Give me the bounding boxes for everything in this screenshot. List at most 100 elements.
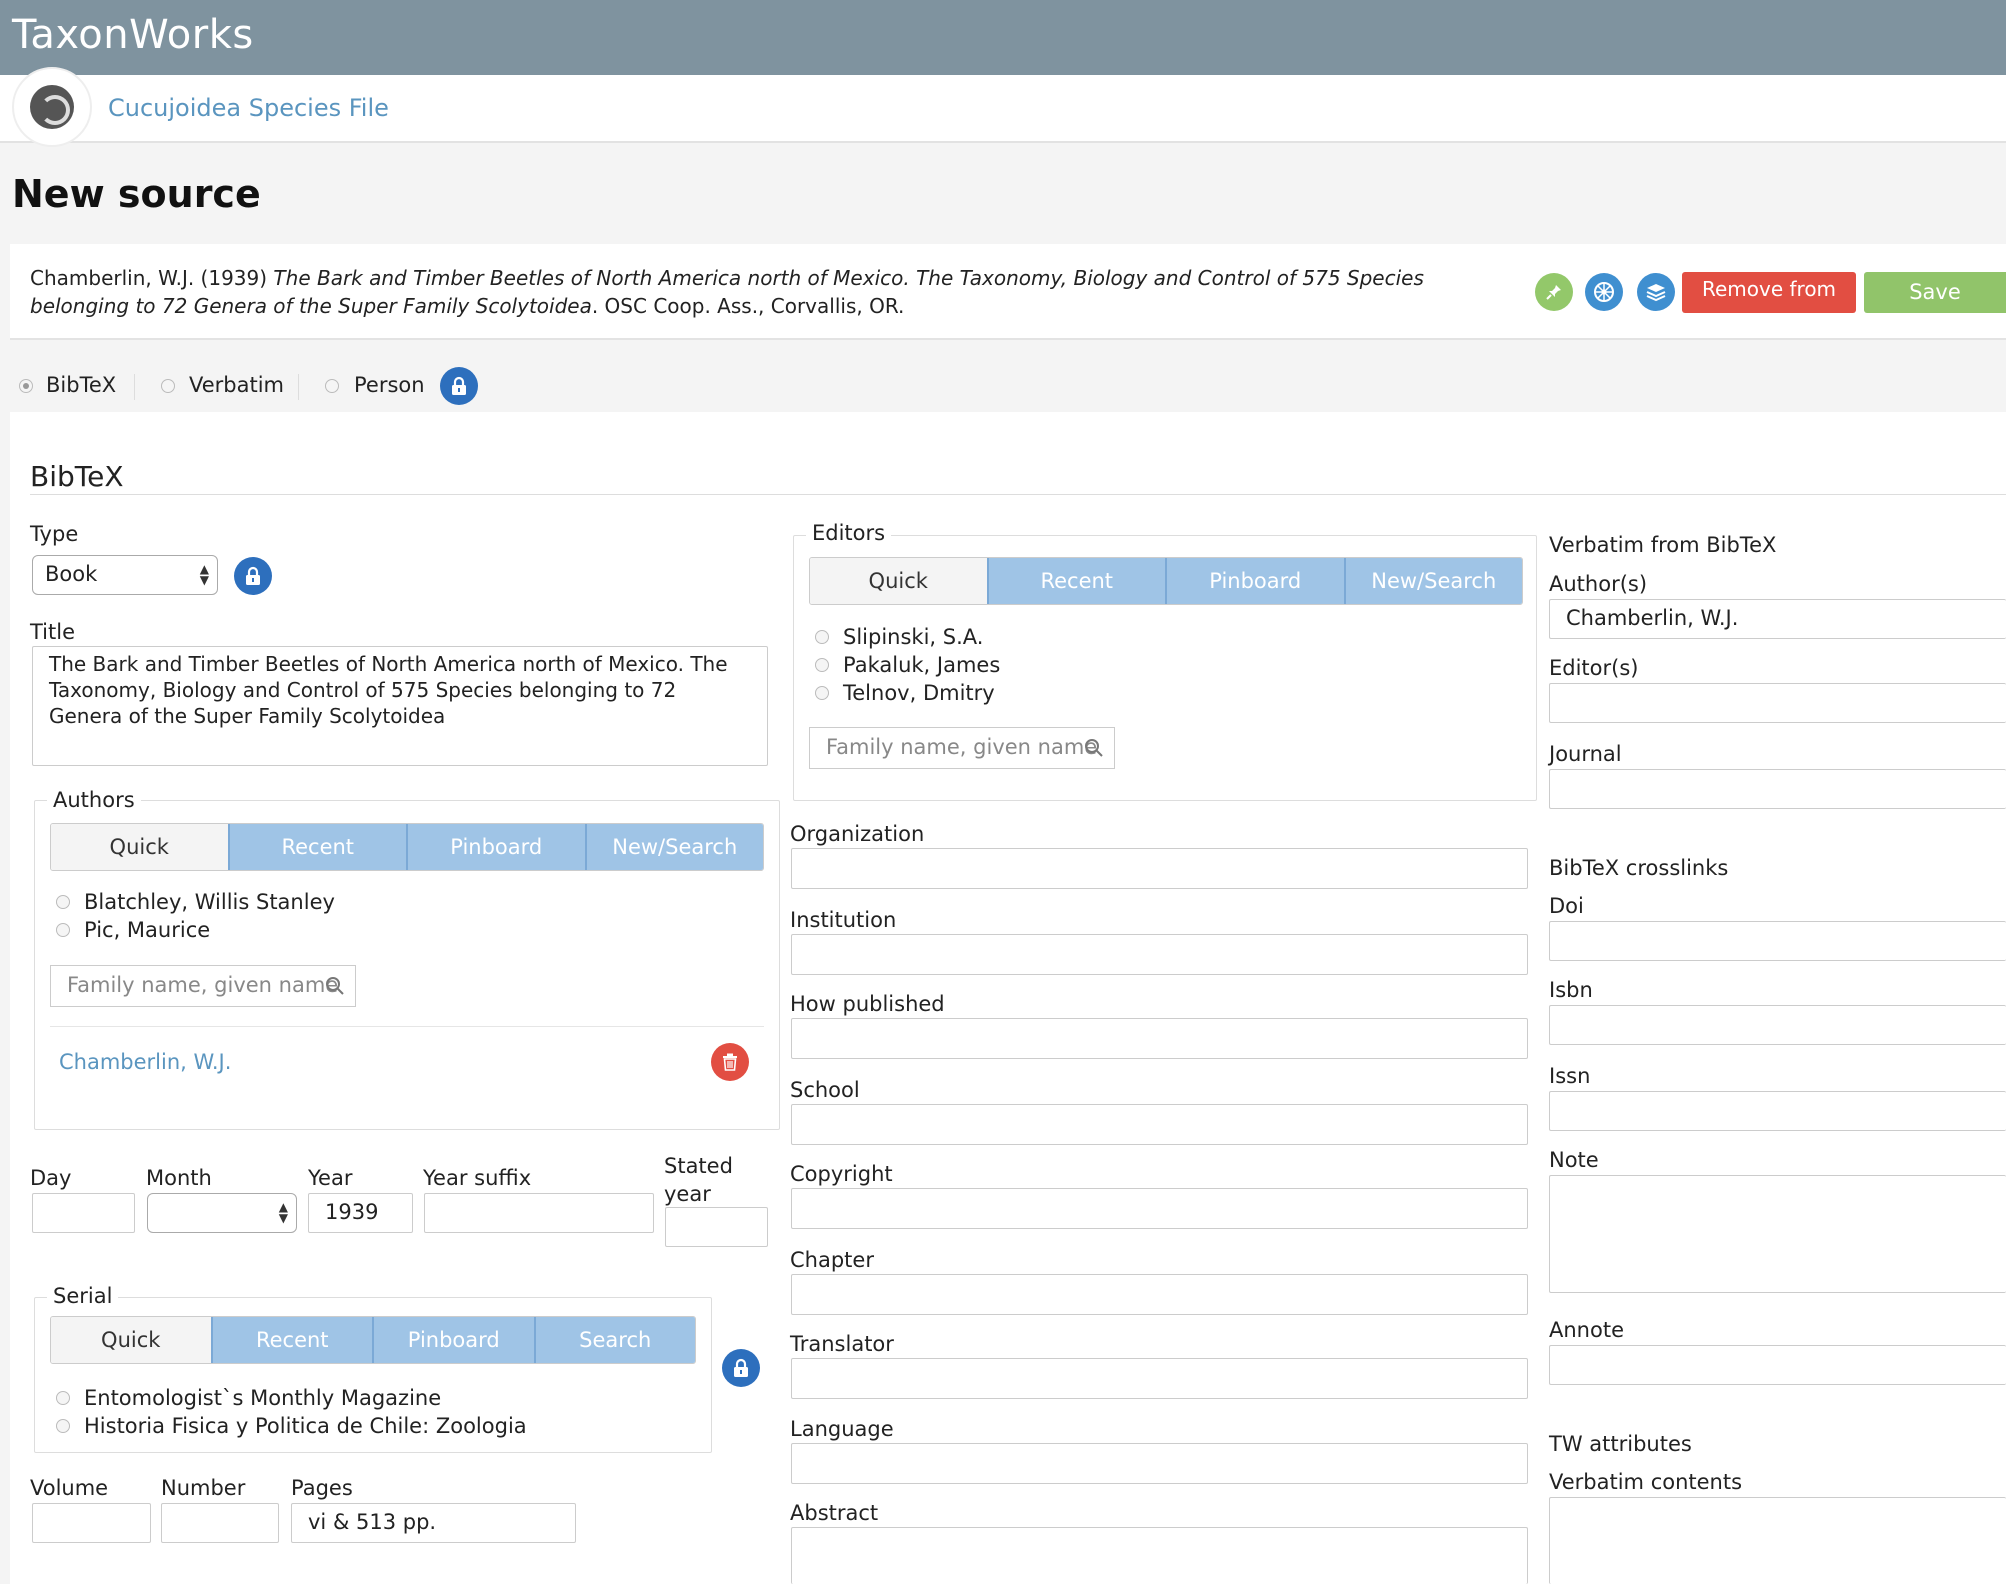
organization-input[interactable] <box>791 848 1528 889</box>
bibtex-radio[interactable] <box>19 379 33 393</box>
editor-option-radio[interactable] <box>815 686 829 700</box>
annote-input[interactable] <box>1549 1345 2006 1385</box>
how-published-input[interactable] <box>791 1018 1528 1059</box>
verbatim-radio-label[interactable]: Verbatim <box>189 373 284 397</box>
serial-tab-search[interactable]: Search <box>533 1317 695 1363</box>
radial-icon <box>1594 282 1614 302</box>
list-item[interactable]: Pakaluk, James <box>815 651 1000 679</box>
person-radio[interactable] <box>325 379 339 393</box>
select-arrows-icon: ▲ ▼ <box>278 1200 288 1225</box>
doi-input[interactable] <box>1549 921 2006 961</box>
translator-input[interactable] <box>791 1358 1528 1399</box>
how-published-label: How published <box>790 992 945 1016</box>
note-textarea[interactable] <box>1549 1175 2006 1293</box>
year-input[interactable]: 1939 <box>308 1193 413 1233</box>
pin-button[interactable] <box>1535 273 1573 311</box>
species-file-logo-icon <box>30 85 74 129</box>
editor-option-radio[interactable] <box>815 658 829 672</box>
verbatim-radio[interactable] <box>161 379 175 393</box>
authors-tabs: Quick Recent Pinboard New/Search <box>50 823 764 871</box>
save-button[interactable]: Save <box>1864 272 2006 313</box>
editors-legend: Editors <box>806 521 892 545</box>
editor-option-label: Slipinski, S.A. <box>843 625 984 649</box>
editor-option-label: Pakaluk, James <box>843 653 1001 677</box>
serial-option-radio[interactable] <box>56 1391 70 1405</box>
remove-from-project-button[interactable]: Remove from project <box>1682 272 1856 313</box>
serial-tab-pinboard[interactable]: Pinboard <box>372 1317 534 1363</box>
authors-tab-pinboard[interactable]: Pinboard <box>406 824 585 870</box>
school-input[interactable] <box>791 1104 1528 1145</box>
editor-option-radio[interactable] <box>815 630 829 644</box>
title-textarea[interactable]: The Bark and Timber Beetles of North Ame… <box>32 646 768 766</box>
selected-author-link[interactable]: Chamberlin, W.J. <box>59 1050 231 1074</box>
title-label: Title <box>30 620 76 644</box>
type-select[interactable]: Book ▲ ▼ <box>32 555 218 595</box>
list-item[interactable]: Pic, Maurice <box>56 916 335 944</box>
app-brand[interactable]: TaxonWorks <box>12 12 254 58</box>
list-item[interactable]: Telnov, Dmitry <box>815 679 1000 707</box>
lock-type-button[interactable] <box>234 557 272 595</box>
pages-input[interactable]: vi & 513 pp. <box>291 1503 576 1543</box>
remove-author-button[interactable] <box>711 1043 749 1081</box>
isbn-input[interactable] <box>1549 1005 2006 1045</box>
copyright-input[interactable] <box>791 1188 1528 1229</box>
citation-prefix: Chamberlin, W.J. (1939) <box>30 266 274 290</box>
serial-tab-quick[interactable]: Quick <box>51 1317 211 1363</box>
editors-verbatim-input[interactable] <box>1549 683 2006 723</box>
serial-tab-recent[interactable]: Recent <box>210 1317 372 1363</box>
day-input[interactable] <box>32 1193 135 1233</box>
authors-tab-new-search[interactable]: New/Search <box>584 824 763 870</box>
editors-tab-recent[interactable]: Recent <box>986 558 1165 604</box>
issn-input[interactable] <box>1549 1091 2006 1131</box>
project-name-link[interactable]: Cucujoidea Species File <box>108 94 389 122</box>
list-item[interactable]: Blatchley, Willis Stanley <box>56 888 335 916</box>
year-suffix-input[interactable] <box>424 1193 654 1233</box>
search-icon <box>1085 739 1103 757</box>
serial-option-radio[interactable] <box>56 1419 70 1433</box>
editors-search-placeholder: Family name, given name <box>826 735 1098 759</box>
issn-label: Issn <box>1549 1064 1591 1088</box>
author-option-radio[interactable] <box>56 895 70 909</box>
type-select-value: Book <box>45 562 98 586</box>
list-item[interactable]: Entomologist`s Monthly Magazine <box>56 1384 527 1412</box>
editors-tab-pinboard[interactable]: Pinboard <box>1165 558 1344 604</box>
month-select[interactable]: ▲ ▼ <box>147 1193 297 1233</box>
radial-object-button[interactable] <box>1637 273 1675 311</box>
type-label: Type <box>30 522 79 546</box>
language-input[interactable] <box>791 1443 1528 1484</box>
author-option-label: Blatchley, Willis Stanley <box>84 890 335 914</box>
institution-input[interactable] <box>791 934 1528 975</box>
list-item[interactable]: Slipinski, S.A. <box>815 623 1000 651</box>
editors-tab-quick[interactable]: Quick <box>810 558 987 604</box>
separator <box>134 374 135 400</box>
list-item[interactable]: Historia Fisica y Politica de Chile: Zoo… <box>56 1412 527 1440</box>
verbatim-contents-textarea[interactable] <box>1549 1497 2006 1584</box>
lock-serial-button[interactable] <box>722 1349 760 1387</box>
isbn-label: Isbn <box>1549 978 1593 1002</box>
journal-input[interactable] <box>1549 769 2006 809</box>
authors-tab-quick[interactable]: Quick <box>51 824 228 870</box>
bibtex-radio-label[interactable]: BibTeX <box>46 373 116 397</box>
stated-year-input[interactable] <box>665 1207 768 1247</box>
month-label: Month <box>146 1166 212 1190</box>
radial-annotator-button[interactable] <box>1585 273 1623 311</box>
chapter-input[interactable] <box>791 1274 1528 1315</box>
page-title: New source <box>12 172 261 216</box>
verbatim-contents-label: Verbatim contents <box>1549 1470 1743 1494</box>
author-option-radio[interactable] <box>56 923 70 937</box>
editors-tab-new-search[interactable]: New/Search <box>1343 558 1522 604</box>
layers-icon <box>1646 284 1666 302</box>
authors-tab-recent[interactable]: Recent <box>227 824 406 870</box>
authors-search-input[interactable]: Family name, given name <box>50 965 356 1007</box>
project-logo[interactable] <box>12 67 92 147</box>
abstract-textarea[interactable] <box>791 1527 1528 1584</box>
editor-option-label: Telnov, Dmitry <box>843 681 995 705</box>
editors-search-input[interactable]: Family name, given name <box>809 727 1115 769</box>
lock-icon <box>452 376 466 395</box>
person-radio-label[interactable]: Person <box>354 373 425 397</box>
volume-label: Volume <box>30 1476 109 1500</box>
number-input[interactable] <box>161 1503 279 1543</box>
volume-input[interactable] <box>32 1503 151 1543</box>
authors-verbatim-input[interactable]: Chamberlin, W.J. <box>1549 599 2006 639</box>
lock-source-type-button[interactable] <box>440 367 478 405</box>
